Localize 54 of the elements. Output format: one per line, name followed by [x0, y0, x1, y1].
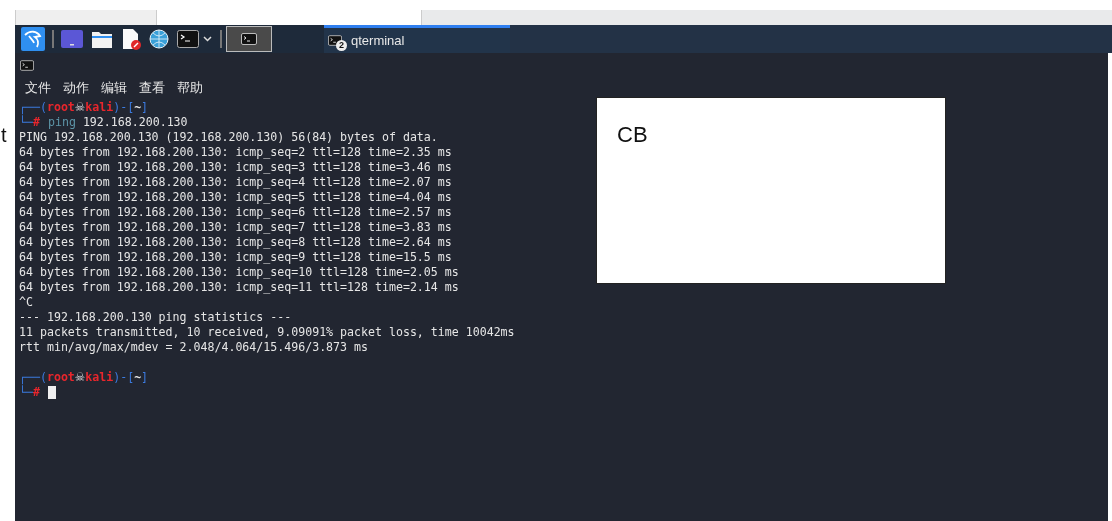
output-line: 64 bytes from 192.168.200.130: icmp_seq=9 ttl=128 time=15.5 ms [19, 250, 452, 265]
menu-item[interactable]: 查看 [139, 77, 165, 98]
prompt-frame: )-[ [113, 370, 135, 385]
terminal-icon [241, 33, 257, 45]
document-pen-icon[interactable] [121, 28, 141, 50]
caret-icon[interactable] [203, 36, 212, 42]
skull-icon: ☠ [74, 370, 86, 385]
prompt-frame: └─ [19, 115, 33, 130]
output-line: 64 bytes from 192.168.200.130: icmp_seq=3 ttl=128 time=3.46 ms [19, 160, 452, 175]
menu-item[interactable]: 动作 [63, 77, 89, 98]
output-line: 64 bytes from 192.168.200.130: icmp_seq=7 ttl=128 time=3.83 ms [19, 220, 452, 235]
output-line: rtt min/avg/max/mdev = 2.048/4.064/15.496/3.873 ms [19, 340, 368, 355]
menu-item[interactable]: 帮助 [177, 77, 203, 98]
overlay-text: CB [617, 122, 648, 147]
menu-item[interactable]: 编辑 [101, 77, 127, 98]
prompt-frame: └─ [19, 385, 33, 400]
dragon-logo-icon[interactable] [21, 27, 45, 51]
output-line: 64 bytes from 192.168.200.130: icmp_seq=8 ttl=128 time=2.64 ms [19, 235, 452, 250]
output-line: 64 bytes from 192.168.200.130: icmp_seq=2 ttl=128 time=2.35 ms [19, 145, 452, 160]
prompt-frame: ┌──( [19, 370, 47, 385]
output-line: 64 bytes from 192.168.200.130: icmp_seq=4 ttl=128 time=2.07 ms [19, 175, 452, 190]
terminal-icon[interactable] [177, 30, 199, 48]
prompt-frame: ] [141, 100, 149, 115]
output-line: 64 bytes from 192.168.200.130: icmp_seq=11 ttl=128 time=2.14 ms [19, 280, 459, 295]
prompt-symbol: # [32, 385, 40, 400]
terminal-icon [328, 35, 342, 46]
prompt-host: kali [85, 100, 114, 115]
output-line: 64 bytes from 192.168.200.130: icmp_seq=5 ttl=128 time=4.04 ms [19, 190, 452, 205]
background-text: t [0, 124, 8, 146]
globe-icon[interactable] [149, 29, 169, 49]
skull-icon: ☠ [74, 100, 86, 115]
terminal-icon [20, 59, 34, 71]
output-line: 11 packets transmitted, 10 received, 9.09091% packet loss, time 10042ms [19, 325, 515, 340]
window-button[interactable]: 2 qterminal [324, 25, 510, 53]
prompt-frame: )-[ [113, 100, 135, 115]
output-line: 64 bytes from 192.168.200.130: icmp_seq=6 ttl=128 time=2.57 ms [19, 205, 452, 220]
prompt-user: root [46, 100, 75, 115]
output-line: ^C [19, 295, 33, 310]
prompt-dir: ~ [134, 370, 142, 385]
menu-item[interactable]: 文件 [25, 77, 51, 98]
command-args: 192.168.200.130 [82, 115, 188, 130]
output-line: 64 bytes from 192.168.200.130: icmp_seq=10 ttl=128 time=2.05 ms [19, 265, 459, 280]
command-name: ping [47, 115, 76, 130]
output-line: PING 192.168.200.130 (192.168.200.130) 56(84) bytes of data. [19, 130, 438, 145]
window-count-badge: 2 [336, 40, 347, 51]
prompt-symbol: # [32, 115, 40, 130]
prompt-user: root [46, 370, 75, 385]
output-line: --- 192.168.200.130 ping statistics --- [19, 310, 292, 325]
desktop-button[interactable] [226, 26, 272, 52]
prompt-dir: ~ [134, 100, 142, 115]
prompt-frame: ┌──( [19, 100, 47, 115]
prompt-host: kali [85, 370, 114, 385]
folder-icon[interactable] [91, 29, 113, 49]
prompt-frame: ] [141, 370, 149, 385]
